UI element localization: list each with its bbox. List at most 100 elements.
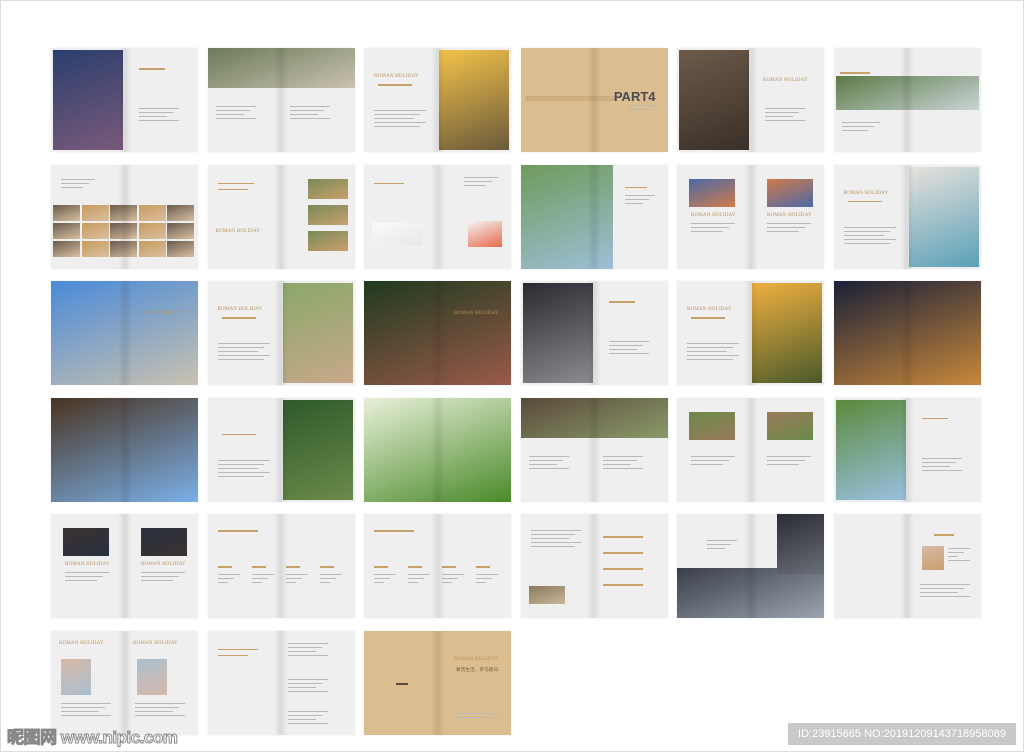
brochure-spread-32[interactable] (207, 630, 355, 735)
brochure-spread-14[interactable]: ROMAN HOLIDAY (207, 281, 355, 385)
photo (307, 178, 348, 199)
photo (81, 240, 109, 257)
brand-title: ROMAN HOLIDAY (215, 228, 261, 234)
brochure-spread-1[interactable] (51, 48, 198, 152)
text-line (456, 712, 498, 714)
text-line (374, 110, 426, 112)
text-line (139, 120, 179, 122)
photo (61, 658, 91, 695)
photo (752, 283, 822, 383)
gold-heading (839, 72, 870, 74)
brochure-spread-25[interactable]: ROMAN HOLIDAY ROMAN HOLIDAY (51, 514, 198, 618)
brochure-spread-7[interactable] (51, 164, 198, 269)
brochure-spread-27[interactable] (364, 514, 511, 618)
text-line (285, 582, 296, 584)
photo (468, 220, 502, 247)
text-line (287, 682, 322, 684)
text-line (374, 114, 420, 116)
brand-title: ROMAN HOLIDAY (843, 190, 889, 196)
photo (207, 48, 355, 88)
brand-title: ROMAN HOLIDAY (141, 562, 186, 567)
text-line (464, 176, 498, 178)
gold-heading (221, 433, 256, 436)
photo (51, 281, 198, 385)
photo (138, 222, 166, 239)
photo (689, 411, 735, 440)
text-line (608, 353, 649, 355)
text-line (628, 105, 657, 107)
brochure-spread-20[interactable] (207, 397, 355, 502)
brand-title: ROMAN HOLIDAY (59, 640, 104, 646)
brochure-spread-10[interactable] (520, 164, 668, 269)
photo (520, 397, 668, 438)
gold-heading (624, 186, 647, 189)
photo (439, 50, 509, 150)
photo (81, 222, 109, 239)
brochure-spread-26[interactable] (207, 514, 355, 618)
brochure-spread-5[interactable]: ROMAN HOLIDAY (677, 48, 824, 152)
brochure-spread-9[interactable] (364, 164, 511, 269)
brochure-spread-6[interactable] (833, 48, 981, 152)
text-line (287, 710, 328, 712)
text-line (841, 126, 874, 128)
brochure-spread-24[interactable] (833, 397, 981, 502)
brochure-spread-28[interactable] (520, 514, 668, 618)
text-line (687, 359, 733, 361)
text-line (843, 230, 890, 232)
gold-heading (847, 200, 882, 203)
brochure-spread-18[interactable] (833, 281, 981, 385)
brochure-spread-3[interactable]: ROMAN HOLIDAY (364, 48, 511, 152)
text-line (217, 347, 264, 349)
brochure-spread-2[interactable] (207, 48, 355, 152)
timeline-year (442, 566, 456, 568)
text-line (408, 574, 430, 576)
photo (364, 397, 511, 502)
text-line (456, 716, 492, 718)
brochure-spread-22[interactable] (520, 397, 668, 502)
photo (921, 546, 944, 570)
text-line (215, 114, 244, 116)
part-pattern (524, 96, 617, 101)
brochure-spread-12[interactable]: ROMAN HOLIDAY (833, 164, 981, 269)
text-line (608, 341, 649, 343)
photo (833, 281, 981, 385)
brochure-spread-4[interactable]: PART4 (520, 48, 668, 152)
brochure-spread-11[interactable]: ROMAN HOLIDAY ROMAN HOLIDAY (677, 164, 824, 269)
text-line (530, 530, 581, 532)
text-line (287, 718, 316, 720)
text-line (602, 467, 643, 469)
text-line (921, 469, 962, 471)
text-line (841, 122, 880, 124)
text-line (691, 463, 723, 465)
text-line (687, 355, 739, 357)
gold-heading (691, 317, 725, 319)
text-line (767, 455, 811, 457)
photo (138, 240, 166, 257)
text-line (61, 186, 83, 188)
brochure-spread-23[interactable] (677, 397, 824, 502)
brochure-spread-15[interactable]: ROMAN HOLIDAY (364, 281, 511, 385)
photo (777, 514, 824, 574)
photo (767, 178, 813, 207)
brochure-spread-8[interactable]: ROMAN HOLIDAY (207, 164, 355, 269)
gold-heading (378, 84, 412, 86)
text-line (608, 345, 643, 347)
brochure-spread-21[interactable] (364, 397, 511, 502)
brochure-spread-33[interactable]: ROMAN HOLIDAY 尊贵生活，罗马假日 (364, 630, 511, 735)
brochure-spread-29[interactable] (677, 514, 824, 618)
text-line (767, 226, 805, 228)
text-line (765, 108, 805, 110)
text-line (921, 465, 950, 467)
gold-heading (602, 536, 643, 538)
brochure-spread-31[interactable]: ROMAN HOLIDAY ROMAN HOLIDAY (51, 630, 198, 735)
timeline-year (476, 566, 490, 568)
brochure-spread-17[interactable]: ROMAN HOLIDAY (677, 281, 824, 385)
brochure-spread-13[interactable]: ROMAN HOLIDAY (51, 281, 198, 385)
text-line (476, 578, 492, 580)
back-cover-slogan: 尊贵生活，罗马假日 (456, 666, 499, 672)
text-line (217, 355, 270, 357)
brochure-spread-16[interactable] (520, 281, 668, 385)
brand-title: ROMAN HOLIDAY (687, 307, 732, 312)
brochure-spread-19[interactable] (51, 397, 198, 502)
brochure-spread-30[interactable] (833, 514, 981, 618)
